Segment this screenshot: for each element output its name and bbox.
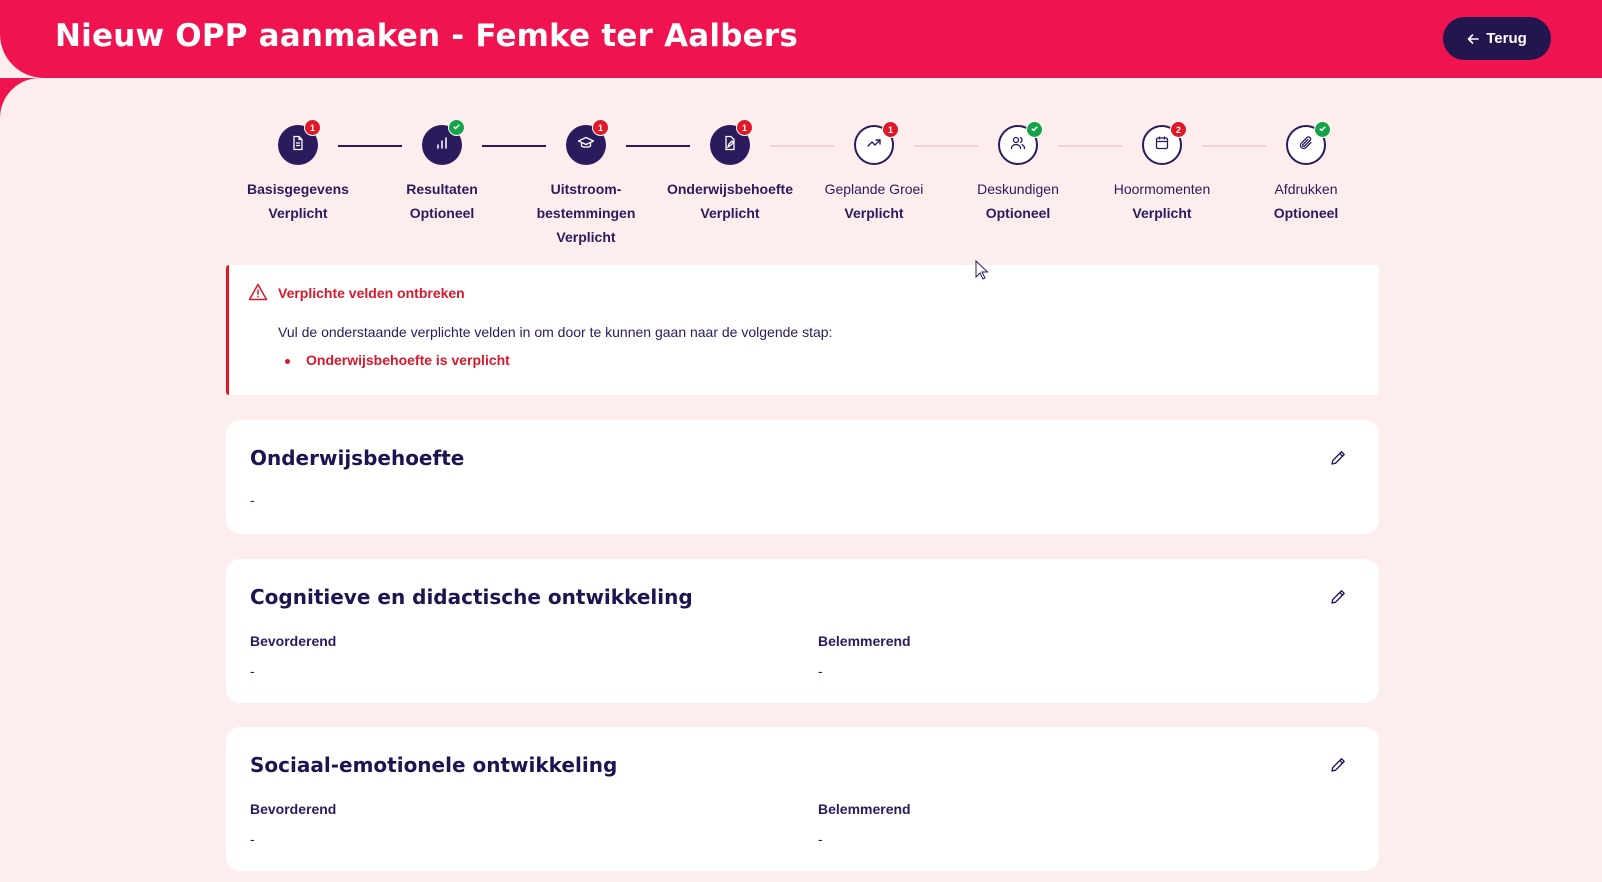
step-error-badge: 1 [304,119,321,136]
paperclip-icon [1298,135,1314,156]
wizard-stepper: 1 Basisgegevens Verplicht Resultaten Opt… [0,0,1602,250]
step-name-line2: bestemmingen [536,205,636,221]
pencil-icon [1329,590,1347,610]
field-value: - [818,831,823,847]
card-title: Onderwijsbehoefte [250,446,465,470]
step-requirement: Verplicht [1132,205,1192,221]
step-name: Afdrukken [1274,181,1338,197]
step-name: Basisgegevens [247,181,349,197]
step-name: Uitstroom- [550,181,622,197]
alert-title: Verplichte velden ontbreken [278,285,465,301]
step-name: Onderwijsbehoefte [666,181,794,197]
field-label-belemmerend: Belemmerend [818,801,911,817]
field-label-bevorderend: Bevorderend [250,801,337,817]
edit-button[interactable] [1329,449,1349,469]
calendar-icon [1154,135,1170,156]
alert-message: Vul de onderstaande verplichte velden in… [278,324,833,340]
step-ok-badge [448,119,465,136]
field-value: - [250,492,255,508]
step-requirement: Verplicht [844,205,904,221]
step-geplande-groei[interactable]: 1 Geplande Groei Verplicht [799,121,949,225]
step-requirement: Optioneel [409,205,475,221]
step-name: Geplande Groei [824,181,924,197]
step-requirement: Optioneel [1273,205,1339,221]
mouse-cursor-icon [975,259,989,285]
step-onderwijsbehoefte[interactable]: 1 Onderwijsbehoefte Verplicht [655,119,805,225]
step-error-badge: 1 [592,119,609,136]
step-circle: 1 [710,119,753,165]
step-circle: 2 [1142,121,1187,165]
validation-alert: Verplichte velden ontbreken Vul de onder… [226,265,1379,395]
card-sociaal-emotionele-ontwikkeling: Sociaal-emotionele ontwikkeling Bevorder… [226,727,1379,871]
warning-triangle-icon [248,283,268,306]
step-resultaten[interactable]: Resultaten Optioneel [367,119,517,225]
bar-chart-icon [434,135,450,156]
step-deskundigen[interactable]: Deskundigen Optioneel [943,121,1093,225]
step-requirement: Verplicht [700,205,760,221]
step-requirement: Verplicht [268,205,328,221]
edit-button[interactable] [1329,756,1349,776]
field-value: - [250,663,255,679]
step-error-badge: 2 [1170,121,1187,138]
step-hoormomenten[interactable]: 2 Hoormomenten Verplicht [1087,121,1237,225]
alert-error-item: Onderwijsbehoefte is verplicht [306,352,510,368]
step-name: Hoormomenten [1113,181,1211,197]
pencil-icon [1329,451,1347,471]
step-name: Resultaten [406,181,478,197]
card-title: Cognitieve en didactische ontwikkeling [250,585,693,609]
step-error-badge: 1 [882,121,899,138]
graduation-cap-icon [577,135,595,156]
field-label-bevorderend: Bevorderend [250,633,337,649]
document-icon [290,135,306,156]
step-requirement: Verplicht [556,229,616,245]
users-icon [1010,135,1026,156]
edit-button[interactable] [1329,588,1349,608]
checkmark-icon [1030,124,1039,135]
step-circle [422,119,465,165]
step-afdrukken[interactable]: Afdrukken Optioneel [1231,121,1381,225]
step-circle [998,121,1043,165]
checkmark-icon [1318,124,1327,135]
step-circle: 1 [278,119,321,165]
card-title: Sociaal-emotionele ontwikkeling [250,753,618,777]
field-value: - [818,663,823,679]
step-uitstroombestemmingen[interactable]: 1 Uitstroom- bestemmingen Verplicht [511,119,661,249]
pencil-icon [1329,758,1347,778]
step-name: Deskundigen [977,181,1059,197]
step-ok-badge [1026,121,1043,138]
card-onderwijsbehoefte: Onderwijsbehoefte - [226,420,1379,534]
card-cognitieve-ontwikkeling: Cognitieve en didactische ontwikkeling B… [226,559,1379,703]
bullet [285,359,290,364]
step-circle [1286,121,1331,165]
step-requirement: Optioneel [985,205,1051,221]
file-edit-icon [722,135,738,156]
step-circle: 1 [854,121,899,165]
checkmark-icon [452,122,461,133]
step-circle: 1 [566,119,609,165]
field-value: - [250,831,255,847]
trending-up-icon [866,135,882,156]
step-error-badge: 1 [736,119,753,136]
step-basisgegevens[interactable]: 1 Basisgegevens Verplicht [223,119,373,225]
step-ok-badge [1314,121,1331,138]
field-label-belemmerend: Belemmerend [818,633,911,649]
